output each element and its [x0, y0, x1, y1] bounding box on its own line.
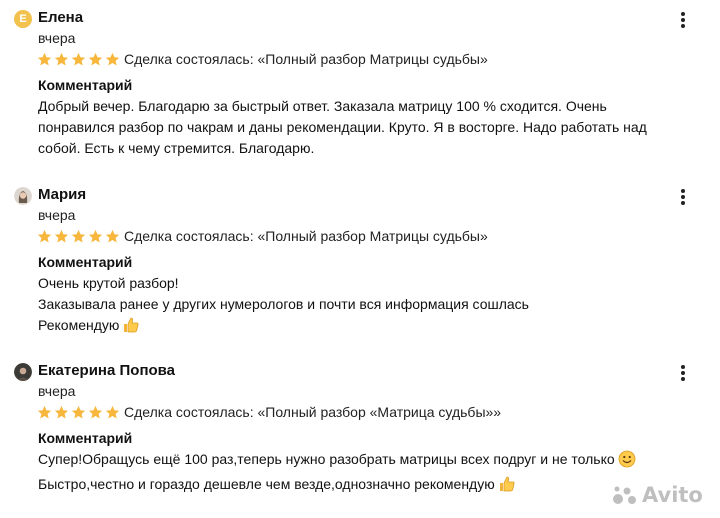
review-date: вчера [38, 30, 76, 46]
deal-status: Сделка состоялась: «Полный разбор Матриц… [124, 228, 488, 244]
thumbs-up-icon [498, 475, 516, 499]
review-date: вчера [38, 207, 76, 223]
deal-status: Сделка состоялась: «Полный разбор Матриц… [124, 51, 488, 67]
avatar[interactable]: Е [14, 10, 32, 28]
more-options-icon[interactable] [676, 187, 690, 207]
comment-line: Рекомендую [38, 315, 698, 340]
watermark-text: Avito [642, 483, 703, 507]
comment-line: понравился разбор по чакрам и даны реком… [38, 119, 647, 135]
avatar[interactable] [14, 187, 32, 205]
rating-stars [37, 229, 120, 244]
rating-stars [37, 405, 120, 420]
star-icon [54, 405, 69, 420]
smile-icon [618, 450, 636, 474]
star-icon [88, 405, 103, 420]
comment-line-text: Супер!Обращусь ещё 100 раз,теперь нужно … [38, 451, 615, 467]
avito-logo-icon [613, 486, 636, 504]
comment-line: собой. Есть к чему стремится. Благодарю. [38, 140, 315, 156]
comment-line-text: Рекомендую [38, 317, 120, 333]
author-name[interactable]: Мария [38, 186, 86, 203]
comment-text: Очень крутой разбор! Заказывала ранее у … [38, 273, 698, 340]
comment-title: Комментарий [38, 430, 133, 446]
comment-line: Добрый вечер. Благодарю за быстрый ответ… [38, 98, 607, 114]
more-options-icon[interactable] [676, 10, 690, 30]
user-photo-icon [14, 363, 32, 381]
comment-line: Очень крутой разбор! [38, 275, 179, 291]
star-icon [37, 52, 52, 67]
star-icon [105, 52, 120, 67]
avatar[interactable] [14, 363, 32, 381]
author-name[interactable]: Елена [38, 9, 83, 26]
rating-stars [37, 52, 120, 67]
star-icon [54, 52, 69, 67]
comment-title: Комментарий [38, 254, 133, 270]
user-photo-icon [14, 187, 32, 205]
star-icon [37, 229, 52, 244]
comment-text: Добрый вечер. Благодарю за быстрый ответ… [38, 96, 698, 159]
comment-line: Быстро,честно и гораздо дешевле чем везд… [38, 474, 698, 499]
star-icon [71, 229, 86, 244]
star-icon [71, 405, 86, 420]
more-options-icon[interactable] [676, 363, 690, 383]
star-icon [37, 405, 52, 420]
author-name[interactable]: Екатерина Попова [38, 362, 175, 379]
star-icon [88, 229, 103, 244]
star-icon [88, 52, 103, 67]
star-icon [105, 405, 120, 420]
avito-watermark: Avito [612, 482, 703, 508]
comment-line: Супер!Обращусь ещё 100 раз,теперь нужно … [38, 449, 698, 474]
star-icon [105, 229, 120, 244]
star-icon [71, 52, 86, 67]
deal-status: Сделка состоялась: «Полный разбор «Матри… [124, 404, 502, 420]
thumbs-up-icon [122, 316, 140, 340]
review-date: вчера [38, 383, 76, 399]
star-icon [54, 229, 69, 244]
comment-title: Комментарий [38, 77, 133, 93]
comment-line-text: Быстро,честно и гораздо дешевле чем везд… [38, 476, 495, 492]
comment-line: Заказывала ранее у других нумерологов и … [38, 296, 529, 312]
comment-text: Супер!Обращусь ещё 100 раз,теперь нужно … [38, 449, 698, 499]
